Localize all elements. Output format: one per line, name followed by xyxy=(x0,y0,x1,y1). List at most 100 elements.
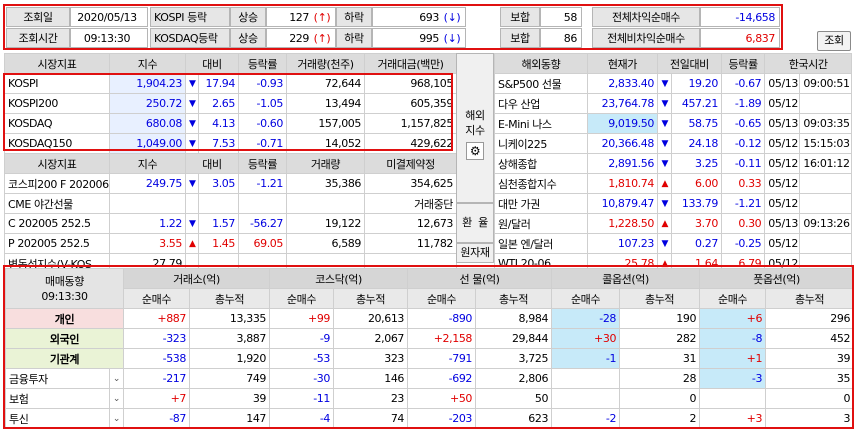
trend-title: 매매동향 xyxy=(45,274,84,288)
world-rate: -0.65 xyxy=(720,113,766,134)
net-buy-value: -791 xyxy=(407,348,477,369)
market-volume: 13,494 xyxy=(286,93,366,114)
net-buy-value: -53 xyxy=(269,348,335,369)
table-row[interactable]: 개인 +887 13,335 +99 20,613 -890 8,984 -28 190 +6 29… xyxy=(5,308,855,329)
table-row[interactable]: 심천종합지수 1,810.74 ▲ 6.00 0.33 05/12 xyxy=(494,173,852,194)
table-row[interactable]: 외국인 -323 3,887 -9 2,067 +2,158 29,844 +30 282 -8 4… xyxy=(5,328,855,349)
cumulative-value: 2,806 xyxy=(475,368,553,389)
market-amount: 429,622 xyxy=(364,133,458,154)
arb-net-buy-label: 전체차익순매수 xyxy=(592,7,700,27)
down-triangle-icon: ▼ xyxy=(185,113,199,134)
net-buy-value: -692 xyxy=(407,368,477,389)
world-name: 니케이225 xyxy=(494,133,588,154)
cumulative-value: 29,844 xyxy=(475,328,553,349)
up-triangle-icon: ▲ xyxy=(656,213,673,234)
net-buy-value: -217 xyxy=(123,368,190,389)
net-buy-value: +1 xyxy=(699,348,767,369)
table-row[interactable]: 다우 산업 23,764.78 ▼ 457.21 -1.89 05/12 xyxy=(494,93,852,114)
world-name: 심천종합지수 xyxy=(494,173,588,194)
world-name: 일본 엔/달러 xyxy=(494,233,588,254)
overseas-index-button[interactable]: 해외 지수 ⚙ xyxy=(456,53,494,203)
net-buy-value xyxy=(551,368,621,389)
investor-name[interactable]: 금융투자 xyxy=(5,368,110,389)
table-row[interactable]: KOSPI 1,904.23 ▼ 17.94 -0.93 72,644 968,… xyxy=(4,73,458,94)
chevron-down-icon[interactable]: ⌄ xyxy=(109,408,124,429)
deriv-rate: -1.21 xyxy=(238,173,288,194)
chevron-down-icon[interactable]: ⌄ xyxy=(109,388,124,409)
world-price: 1,810.74 xyxy=(586,173,658,194)
net-buy-value: -11 xyxy=(269,388,335,409)
down-arrow-icon: (↓) xyxy=(443,32,461,45)
date-value[interactable]: 2020/05/13 xyxy=(70,7,148,27)
world-rate: 0.30 xyxy=(720,213,766,234)
table-row[interactable]: C 202005 252.5 1.22 ▼ 1.57 -56.27 19,122… xyxy=(4,213,458,234)
kosdaq-flat-label: 보합 xyxy=(500,28,540,48)
table-row[interactable]: KOSDAQ 680.08 ▼ 4.13 -0.60 157,005 1,157… xyxy=(4,113,458,134)
net-buy-value: -2 xyxy=(551,408,621,429)
net-buy-value: -538 xyxy=(123,348,190,369)
fx-button[interactable]: 환 율 xyxy=(456,203,494,243)
market-name: KOSDAQ150 xyxy=(4,133,110,154)
table-row[interactable]: P 202005 252.5 3.55 ▲ 1.45 69.05 6,589 1… xyxy=(4,233,458,254)
table-row[interactable]: 일본 엔/달러 107.23 ▼ 0.27 -0.25 05/12 xyxy=(494,233,852,254)
kospi-flat-value: 58 xyxy=(540,7,582,27)
investor-name[interactable]: 투신 xyxy=(5,408,110,429)
net-buy-value: -30 xyxy=(269,368,335,389)
time-value[interactable]: 09:13:30 xyxy=(70,28,148,48)
table-row[interactable]: 원/달러 1,228.50 ▲ 3.70 0.30 05/13 09:13:26 xyxy=(494,213,852,234)
group-header-put: 풋옵션(억) xyxy=(699,268,855,289)
table-row[interactable]: 보험 ⌄ +7 39 -11 23 +50 50 0 0 xyxy=(5,388,855,409)
world-date: 05/12 xyxy=(764,173,801,194)
down-triangle-icon: ▼ xyxy=(656,113,673,134)
query-button[interactable]: 조회 xyxy=(817,31,851,51)
world-time xyxy=(799,93,852,114)
raw-material-button[interactable]: 원자재 xyxy=(456,243,494,263)
kosdaq-down-value: 995 xyxy=(419,32,439,45)
net-buy-value: +2,158 xyxy=(407,328,477,349)
table-row[interactable]: KOSDAQ150 1,049.00 ▼ 7.53 -0.71 14,052 4… xyxy=(4,133,458,154)
trend-header: 매매동향 09:13:30 xyxy=(5,268,124,309)
col-header-open-interest: 미결제약정 xyxy=(364,153,458,174)
cumulative-value: 2,067 xyxy=(333,328,409,349)
net-buy-value: -8 xyxy=(699,328,767,349)
down-triangle-icon: ▼ xyxy=(656,93,673,114)
table-row[interactable]: 코스피200 F 202006 249.75 ▼ 3.05 -1.21 35,3… xyxy=(4,173,458,194)
table-row[interactable]: KOSPI200 250.72 ▼ 2.65 -1.05 13,494 605,… xyxy=(4,93,458,114)
table-row[interactable]: S&P500 선물 2,833.40 ▼ 19.20 -0.67 05/13 09:00:5… xyxy=(494,73,852,94)
deriv-change: 1.45 xyxy=(197,233,240,254)
deriv-index: 249.75 xyxy=(109,173,186,194)
table-row[interactable]: CME 야간선물 거래중단 xyxy=(4,193,458,214)
table-row[interactable]: 니케이225 20,366.48 ▼ 24.18 -0.12 05/12 15:15:03 xyxy=(494,133,852,154)
table-row[interactable]: 기관계 -538 1,920 -53 323 -791 3,725 -1 31 +1 39 xyxy=(5,348,855,369)
investor-name: 기관계 xyxy=(5,348,124,369)
col-header-korea-time: 한국시간 xyxy=(764,53,852,74)
nonarb-net-buy-value: 6,837 xyxy=(700,28,780,48)
col-header-prev-change: 전일대비 xyxy=(656,53,722,74)
time-label: 조회시간 xyxy=(6,28,70,48)
table-row[interactable]: 금융투자 ⌄ -217 749 -30 146 -692 2,806 28 -3 35 xyxy=(5,368,855,389)
chevron-down-icon[interactable]: ⌄ xyxy=(109,368,124,389)
market-name: KOSPI xyxy=(4,73,110,94)
cumulative-value: 147 xyxy=(188,408,271,429)
down-triangle-icon: ▼ xyxy=(185,213,199,234)
table-row[interactable]: 상해종합 2,891.56 ▼ 3.25 -0.11 05/12 16:01:12 xyxy=(494,153,852,174)
date-label: 조회일 xyxy=(6,7,70,27)
table-row[interactable]: E-Mini 나스 9,019.50 ▼ 58.75 -0.65 05/13 09:03:3… xyxy=(494,113,852,134)
kospi-up-value: 127 xyxy=(289,11,309,24)
kospi-down-value: 693 xyxy=(419,11,439,24)
investor-name[interactable]: 보험 xyxy=(5,388,110,409)
group-header-call: 콜옵션(억) xyxy=(551,268,701,289)
kosdaq-up-value: 229 xyxy=(289,32,309,45)
world-price: 2,891.56 xyxy=(586,153,658,174)
world-change: 3.70 xyxy=(671,213,722,234)
world-rate: -0.12 xyxy=(720,133,766,154)
table-row[interactable]: 투신 ⌄ -87 147 -4 74 -203 623 -2 2 +3 3 xyxy=(5,408,855,429)
cumulative-value: 2 xyxy=(619,408,701,429)
table-row[interactable]: 대만 가권 10,879.47 ▼ 133.79 -1.21 05/12 xyxy=(494,193,852,214)
investor-name: 개인 xyxy=(5,308,124,329)
net-buy-value xyxy=(551,388,621,409)
gear-icon[interactable]: ⚙ xyxy=(466,142,484,160)
market-index: 1,904.23 xyxy=(109,73,186,94)
deriv-oi: 12,673 xyxy=(364,213,458,234)
investor-trend-table: 매매동향 09:13:30 거래소(억) 코스닥(억) 선 물(억) 콜옵션(억)… xyxy=(5,268,855,429)
